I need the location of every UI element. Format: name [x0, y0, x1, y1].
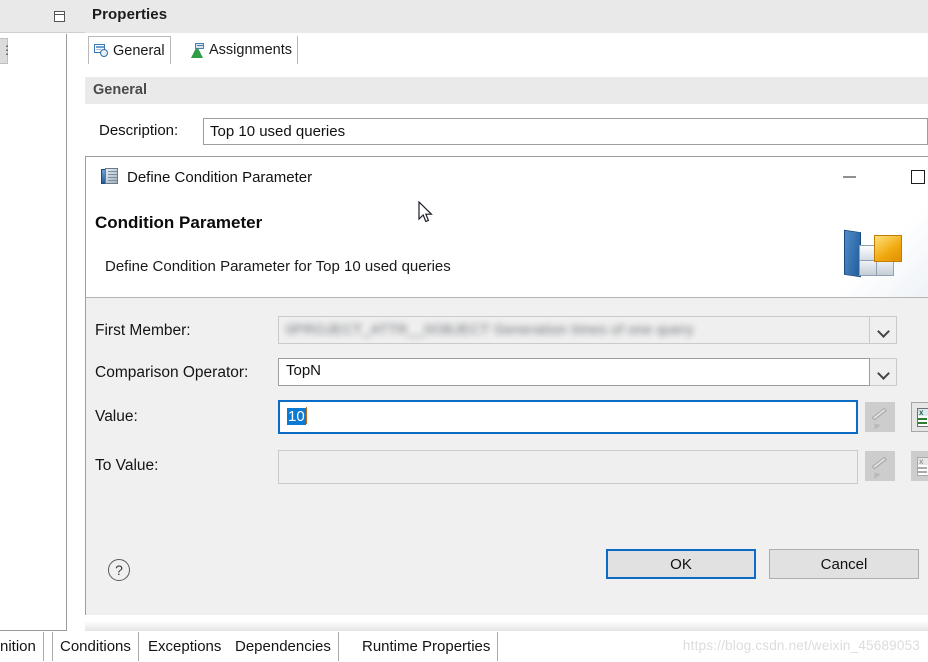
- maximize-button[interactable]: [895, 157, 928, 197]
- tab-exceptions-label: Exceptions: [148, 638, 222, 655]
- assignments-triangle-icon: [190, 42, 205, 58]
- dialog-footer: ? OK Cancel: [86, 541, 928, 615]
- first-member-dropdown-button[interactable]: [870, 316, 897, 344]
- help-button[interactable]: ?: [108, 559, 130, 581]
- cancel-button[interactable]: Cancel: [769, 549, 919, 579]
- comparison-operator-input[interactable]: TopN: [278, 358, 870, 386]
- chevron-down-icon: [879, 326, 888, 335]
- sap-bw-banner-logo: [816, 197, 928, 297]
- tab-runtime-properties[interactable]: Runtime Properties: [355, 632, 499, 661]
- tab-exceptions[interactable]: Exceptions: [141, 632, 230, 661]
- chevron-down-icon: [879, 368, 888, 377]
- tab-definition-label: nition: [0, 638, 36, 655]
- screen: ⋮ Properties General Assignments General: [0, 0, 928, 662]
- background-left-toolbar: [0, 0, 85, 33]
- dialog-subheading: Define Condition Parameter for Top 10 us…: [105, 258, 451, 275]
- mouse-cursor: [418, 200, 434, 225]
- first-member-label: First Member:: [95, 322, 191, 339]
- ok-button[interactable]: OK: [606, 549, 756, 579]
- value-edit-button: [865, 402, 895, 432]
- tab-assignments-label: Assignments: [209, 42, 293, 58]
- properties-titlebar: Properties: [85, 0, 928, 33]
- variable-expression-icon: x ?: [917, 457, 928, 476]
- variable-expression-icon: x ?: [917, 408, 928, 427]
- text-caret: [305, 407, 308, 424]
- pencil-edit-icon: [871, 456, 890, 479]
- tab-general-label: General: [113, 42, 165, 59]
- watermark: https://blog.csdn.net/weixin_45689053: [682, 638, 920, 653]
- description-row: Description:: [85, 118, 928, 148]
- define-condition-parameter-dialog: Define Condition Parameter Condition Par…: [85, 156, 928, 615]
- minimize-icon: [842, 176, 856, 178]
- to-value-label: To Value:: [95, 457, 159, 474]
- description-label: Description:: [99, 122, 179, 139]
- properties-general-icon: [94, 43, 109, 58]
- value-input[interactable]: 10: [278, 400, 858, 434]
- dialog-heading: Condition Parameter: [95, 213, 263, 232]
- tab-assignments[interactable]: Assignments: [185, 36, 299, 64]
- first-member-input: 0PROJECT_ATTR__0OBJECT Generation times …: [278, 316, 870, 344]
- restore-window-icon: [53, 11, 65, 22]
- cancel-button-label: Cancel: [820, 555, 868, 573]
- tab-definition[interactable]: nition: [0, 632, 44, 661]
- properties-tabstrip: General Assignments: [85, 34, 928, 64]
- to-value-edit-button: [865, 451, 895, 481]
- dialog-title: Define Condition Parameter: [127, 169, 313, 186]
- value-variable-button[interactable]: x ?: [911, 402, 928, 432]
- dialog-header: Condition Parameter Define Condition Par…: [86, 197, 928, 298]
- restore-window-button[interactable]: [48, 6, 70, 27]
- maximize-icon: [911, 170, 925, 184]
- ok-button-label: OK: [670, 555, 692, 573]
- comparison-operator-dropdown-button[interactable]: [870, 358, 897, 386]
- description-input[interactable]: [203, 118, 928, 145]
- tab-dependencies-label: Dependencies: [235, 638, 331, 655]
- to-value-variable-button: x ?: [911, 451, 928, 481]
- dialog-titlebar[interactable]: Define Condition Parameter: [86, 157, 928, 197]
- collapsed-view-tab[interactable]: ⋮: [0, 38, 13, 64]
- comparison-operator-label: Comparison Operator:: [95, 364, 249, 381]
- tab-runtime-properties-label: Runtime Properties: [362, 638, 491, 655]
- first-member-redacted-value: 0PROJECT_ATTR__0OBJECT Generation times …: [286, 321, 694, 337]
- value-label: Value:: [95, 408, 138, 425]
- background-left-panel: [0, 34, 67, 631]
- tab-general[interactable]: General: [88, 36, 171, 64]
- collapsed-view-tab-label: ⋮: [1, 43, 13, 57]
- to-value-input: [278, 450, 858, 484]
- condition-parameter-book-icon: [101, 168, 119, 185]
- properties-bottom-edge: [85, 621, 928, 631]
- tab-dependencies[interactable]: Dependencies: [228, 632, 339, 661]
- comparison-operator-value: TopN: [286, 362, 322, 379]
- tab-conditions-label: Conditions: [60, 638, 131, 655]
- general-section-title: General: [93, 82, 147, 98]
- help-icon: ?: [115, 562, 123, 578]
- value-selected-text: 10: [287, 408, 306, 425]
- pencil-edit-icon: [871, 407, 890, 430]
- tab-conditions[interactable]: Conditions: [52, 632, 139, 661]
- minimize-button[interactable]: [826, 157, 872, 197]
- page-title: Properties: [92, 6, 168, 23]
- general-section-band: General: [85, 77, 928, 104]
